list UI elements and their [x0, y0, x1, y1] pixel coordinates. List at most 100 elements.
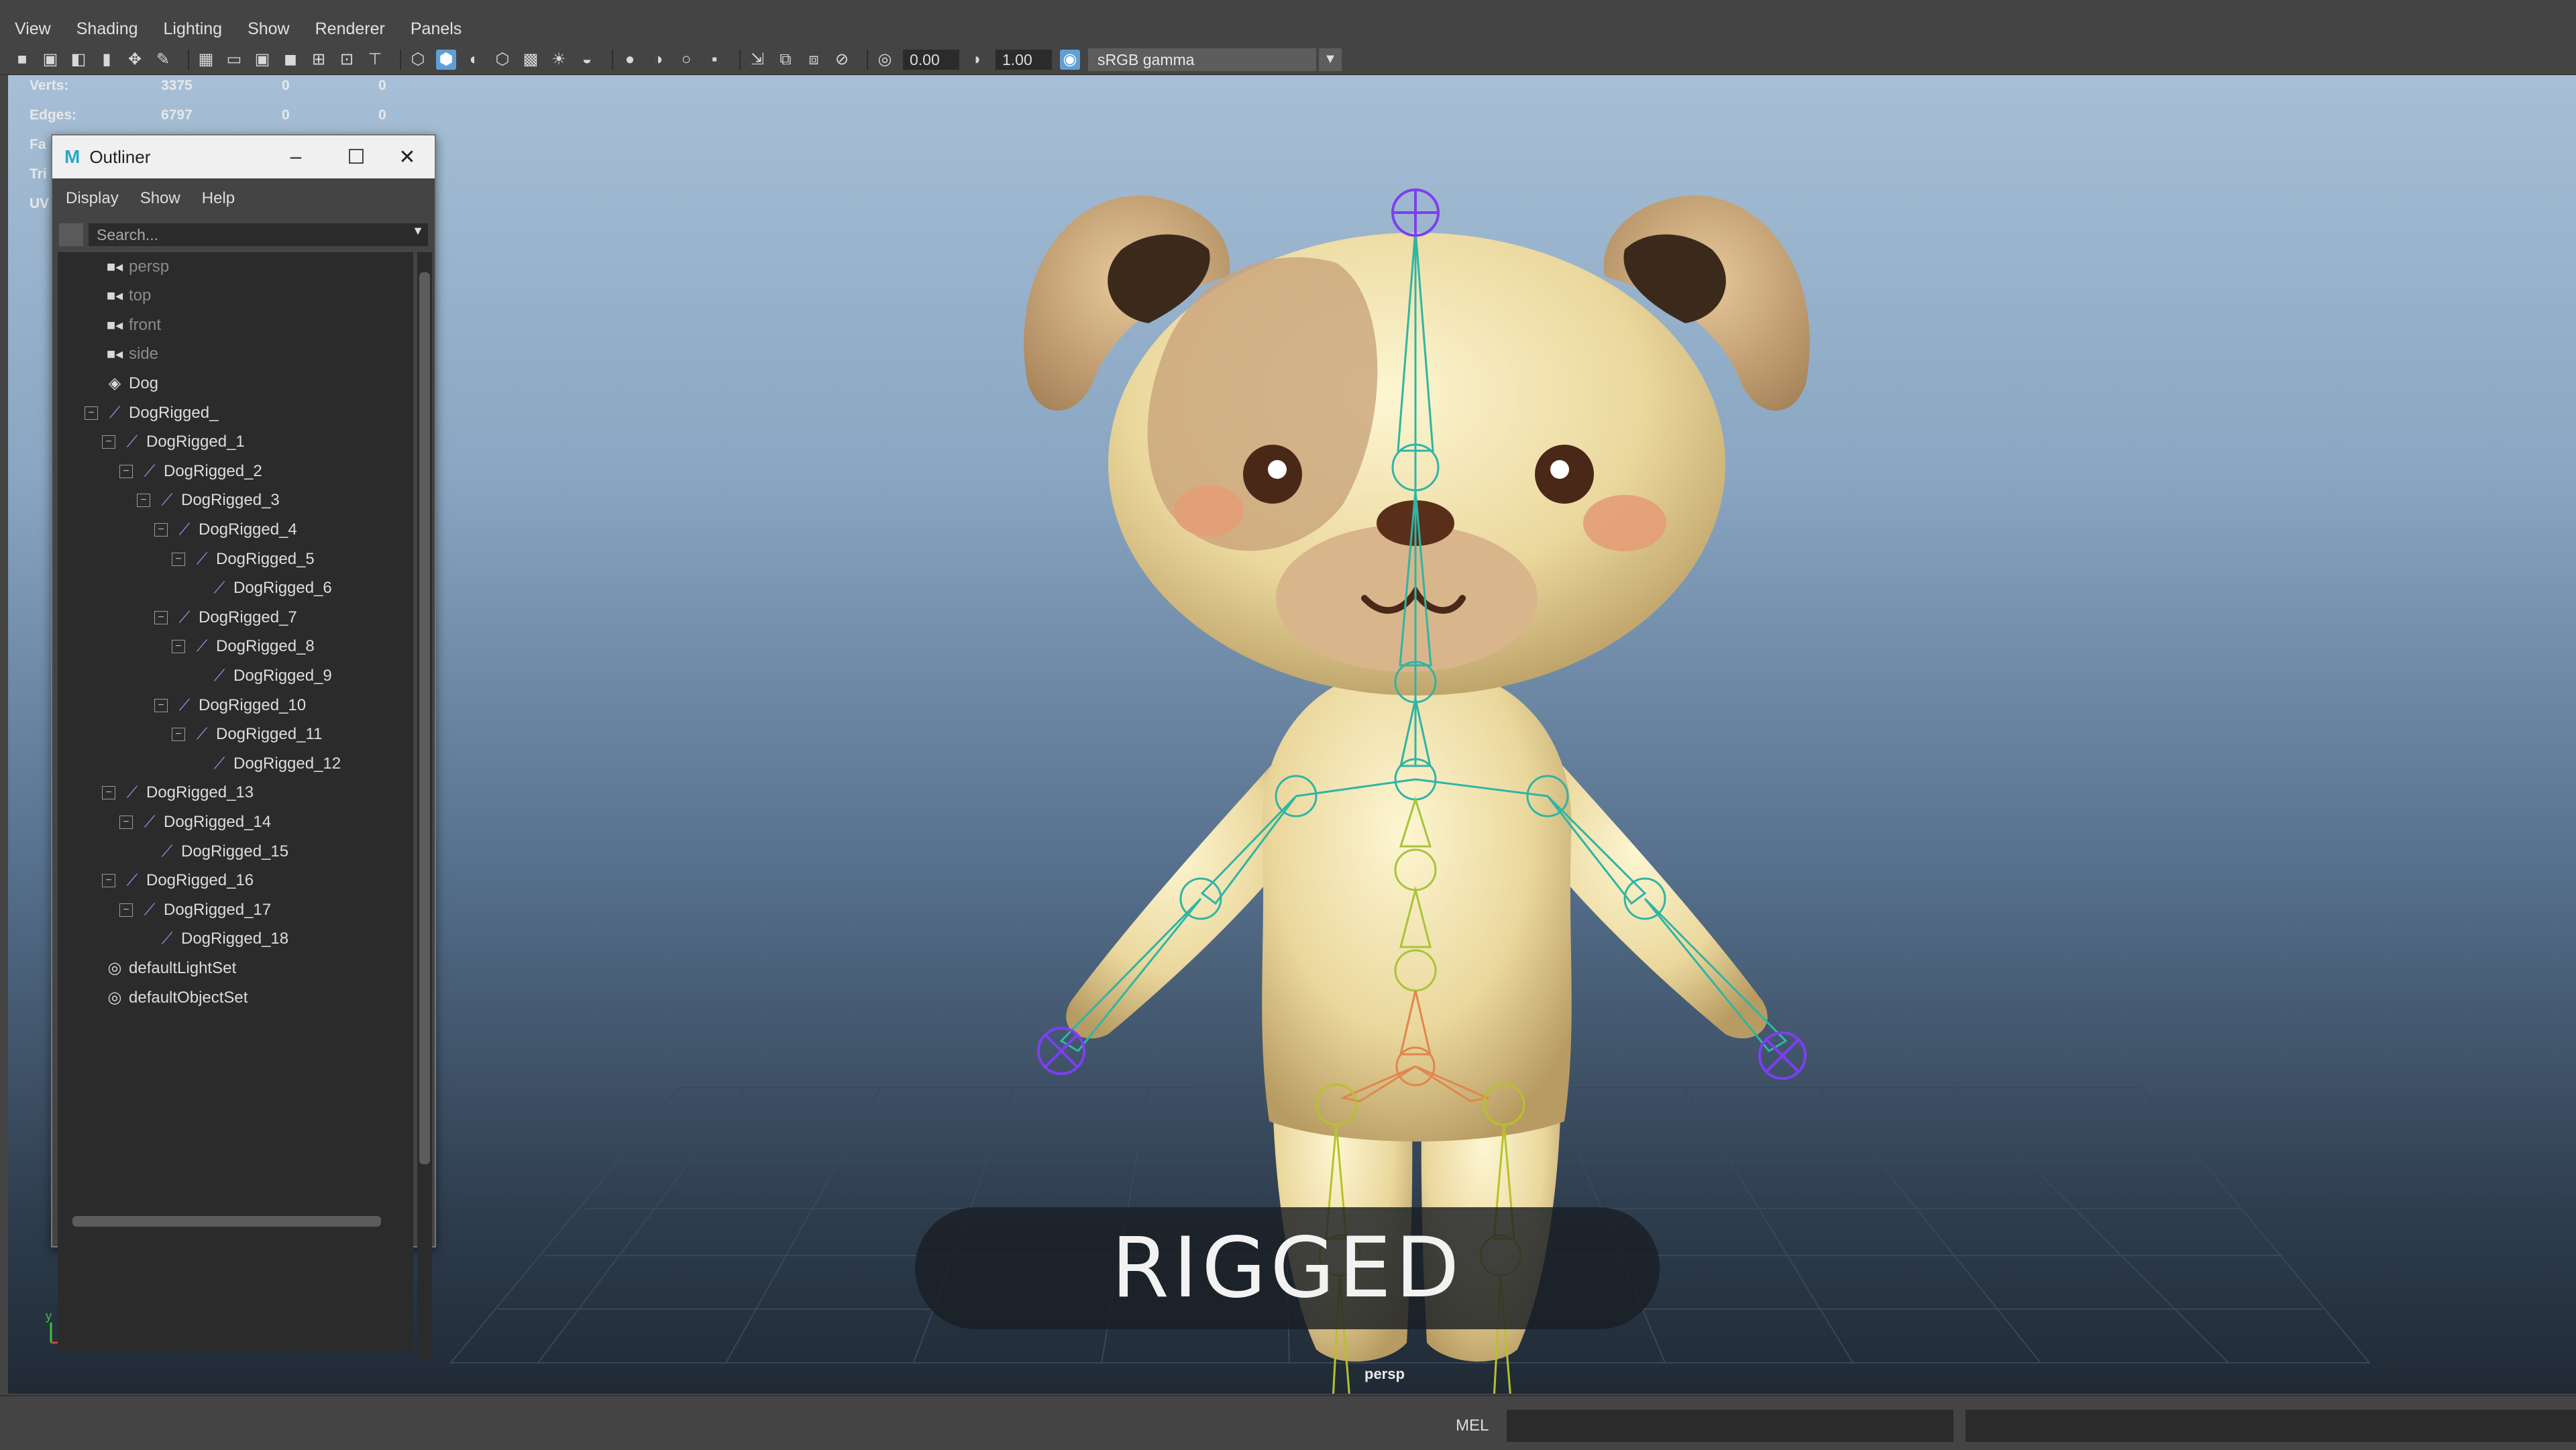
outliner-item-label: DogRigged_18	[181, 930, 289, 948]
expand-toggle-icon[interactable]: −	[154, 522, 168, 537]
outliner-horizontal-scrollbar[interactable]	[58, 1214, 407, 1229]
expand-toggle-icon[interactable]: −	[137, 494, 150, 508]
use-all-lights-icon[interactable]: ☀	[549, 50, 569, 70]
menu-shading[interactable]: Shading	[76, 19, 138, 44]
default-material-icon[interactable]: ◐	[464, 50, 484, 70]
mel-command-input[interactable]	[1507, 1410, 1953, 1442]
outliner-item[interactable]: − ⟋ DogRigged_17	[119, 895, 271, 924]
2d-pan-zoom-icon[interactable]: ✥	[125, 50, 145, 70]
expand-toggle-icon[interactable]: −	[154, 610, 168, 624]
image-plane-icon[interactable]: ▮	[97, 50, 117, 70]
expand-toggle-icon[interactable]: −	[172, 640, 185, 654]
expand-toggle-icon[interactable]: −	[85, 406, 98, 420]
outliner-item[interactable]: − ⟋ DogRigged_3	[137, 486, 280, 515]
mel-label[interactable]: MEL	[1456, 1416, 1489, 1435]
outliner-menu-help[interactable]: Help	[202, 189, 235, 208]
expand-toggle-icon[interactable]: −	[154, 698, 168, 712]
expand-toggle-icon	[189, 669, 203, 683]
outliner-item[interactable]: − ⟋ DogRigged_14	[119, 807, 271, 836]
outliner-item[interactable]: ⟋ DogRigged_12	[189, 749, 341, 778]
bookmark-icon[interactable]: ◧	[68, 50, 89, 70]
outliner-item[interactable]: ◎ defaultObjectSet	[103, 983, 248, 1012]
menu-show[interactable]: Show	[248, 19, 290, 44]
expand-toggle-icon[interactable]: −	[119, 815, 133, 829]
outliner-menu-show[interactable]: Show	[140, 189, 180, 208]
camera-attributes-icon[interactable]: ▣	[40, 50, 60, 70]
gate-mask-icon[interactable]: ◼	[280, 50, 301, 70]
close-icon[interactable]: ✕	[377, 135, 437, 178]
menu-panels[interactable]: Panels	[411, 19, 462, 44]
shadows-icon[interactable]: ◒	[577, 50, 597, 70]
hud-verts-value: 3375	[161, 78, 193, 93]
xray-joints-icon[interactable]: ⊘	[832, 50, 852, 70]
outliner-item[interactable]: ◈ Dog	[103, 369, 158, 398]
gamma-field[interactable]: 1.00	[996, 49, 1052, 70]
outliner-item[interactable]: − ⟋ DogRigged_4	[154, 515, 297, 544]
textured-icon[interactable]: ▩	[521, 50, 541, 70]
outliner-item[interactable]: − ⟋ DogRigged_5	[172, 545, 315, 573]
chevron-down-icon[interactable]: ▼	[1319, 48, 1342, 71]
outliner-item[interactable]: ⟋ DogRigged_9	[189, 661, 332, 690]
motion-blur-icon[interactable]: ◑	[648, 50, 668, 70]
outliner-item[interactable]: − ⟋ DogRigged_13	[102, 779, 254, 807]
outliner-item[interactable]: − ⟋ DogRigged_7	[154, 603, 297, 632]
view-transform-select[interactable]: sRGB gamma	[1088, 48, 1316, 71]
outliner-title-bar[interactable]: M Outliner – ☐ ✕	[52, 135, 435, 178]
outliner-item[interactable]: − ⟋ DogRigged_	[85, 398, 218, 427]
menu-view[interactable]: View	[15, 19, 51, 44]
exposure-field[interactable]: 0.00	[903, 49, 959, 70]
smooth-shade-icon[interactable]: ⬢	[436, 49, 456, 70]
outliner-item[interactable]: − ⟋ DogRigged_10	[154, 691, 306, 720]
color-management-icon[interactable]: ◉	[1060, 49, 1080, 70]
outliner-item[interactable]: ⟋ DogRigged_6	[189, 574, 332, 603]
menu-renderer[interactable]: Renderer	[315, 19, 385, 44]
menu-lighting[interactable]: Lighting	[164, 19, 223, 44]
outliner-item[interactable]: ■◂ top	[103, 282, 152, 311]
wireframe-icon[interactable]: ⬡	[408, 50, 428, 70]
outliner-item[interactable]: − ⟋ DogRigged_16	[102, 867, 254, 895]
outliner-item[interactable]: − ⟋ DogRigged_2	[119, 457, 262, 486]
field-chart-icon[interactable]: ⊞	[309, 50, 329, 70]
chevron-down-icon[interactable]: ▼	[412, 224, 424, 238]
xray-icon[interactable]: ⧉	[775, 50, 796, 70]
expand-toggle-icon[interactable]: −	[172, 552, 185, 566]
multisample-aa-icon[interactable]: ○	[676, 50, 696, 70]
mel-result-field	[1966, 1410, 2576, 1442]
expand-toggle-icon[interactable]: −	[102, 435, 115, 449]
gamma-icon[interactable]: ◗	[967, 50, 987, 70]
outliner-item[interactable]: − ⟋ DogRigged_8	[172, 632, 315, 661]
expand-toggle-icon[interactable]: −	[119, 903, 133, 917]
outliner-item[interactable]: − ⟋ DogRigged_1	[102, 428, 245, 457]
outliner-item[interactable]: ■◂ persp	[103, 252, 169, 281]
grease-pencil-icon[interactable]: ✎	[153, 50, 173, 70]
hud-tris-label: Tri	[30, 166, 47, 182]
expand-toggle-icon[interactable]: −	[172, 728, 185, 742]
outliner-item[interactable]: ◎ defaultLightSet	[103, 954, 237, 983]
film-gate-icon[interactable]: ▭	[224, 50, 244, 70]
resolution-gate-icon[interactable]: ▣	[252, 50, 272, 70]
isolate-select-icon[interactable]: ⇲	[747, 50, 767, 70]
expand-toggle-icon[interactable]: −	[102, 786, 115, 800]
outliner-tree[interactable]: ■◂ persp ■◂ top ■◂ front ■◂ side ◈ Dog − ⟋ DogRigged…	[58, 252, 413, 1352]
outliner-item[interactable]: ⟋ DogRigged_18	[137, 925, 289, 954]
depth-of-field-icon[interactable]: ▪	[704, 50, 724, 70]
search-options-icon[interactable]	[59, 223, 83, 246]
grid-icon[interactable]: ▦	[196, 50, 216, 70]
select-camera-icon[interactable]: ■	[12, 50, 32, 70]
minimize-icon[interactable]: –	[266, 135, 326, 178]
expand-toggle-icon[interactable]: −	[119, 464, 133, 478]
outliner-menu-display[interactable]: Display	[66, 189, 119, 208]
outliner-vertical-scrollbar[interactable]	[417, 252, 432, 1359]
outliner-item[interactable]: ⟋ DogRigged_15	[137, 837, 289, 866]
safe-title-icon[interactable]: ⊤	[365, 50, 385, 70]
expand-toggle-icon[interactable]: −	[102, 874, 115, 888]
safe-action-icon[interactable]: ⊡	[337, 50, 357, 70]
wireframe-on-shaded-icon[interactable]: ⬡	[492, 50, 513, 70]
outliner-item[interactable]: ■◂ side	[103, 340, 158, 369]
outliner-item[interactable]: ■◂ front	[103, 311, 161, 339]
exposure-icon[interactable]: ◎	[875, 50, 895, 70]
outliner-item[interactable]: − ⟋ DogRigged_11	[172, 720, 322, 749]
xray-active-icon[interactable]: ⧈	[804, 50, 824, 70]
ambient-occlusion-icon[interactable]: ●	[620, 50, 640, 70]
search-input[interactable]: Search...	[89, 223, 428, 246]
